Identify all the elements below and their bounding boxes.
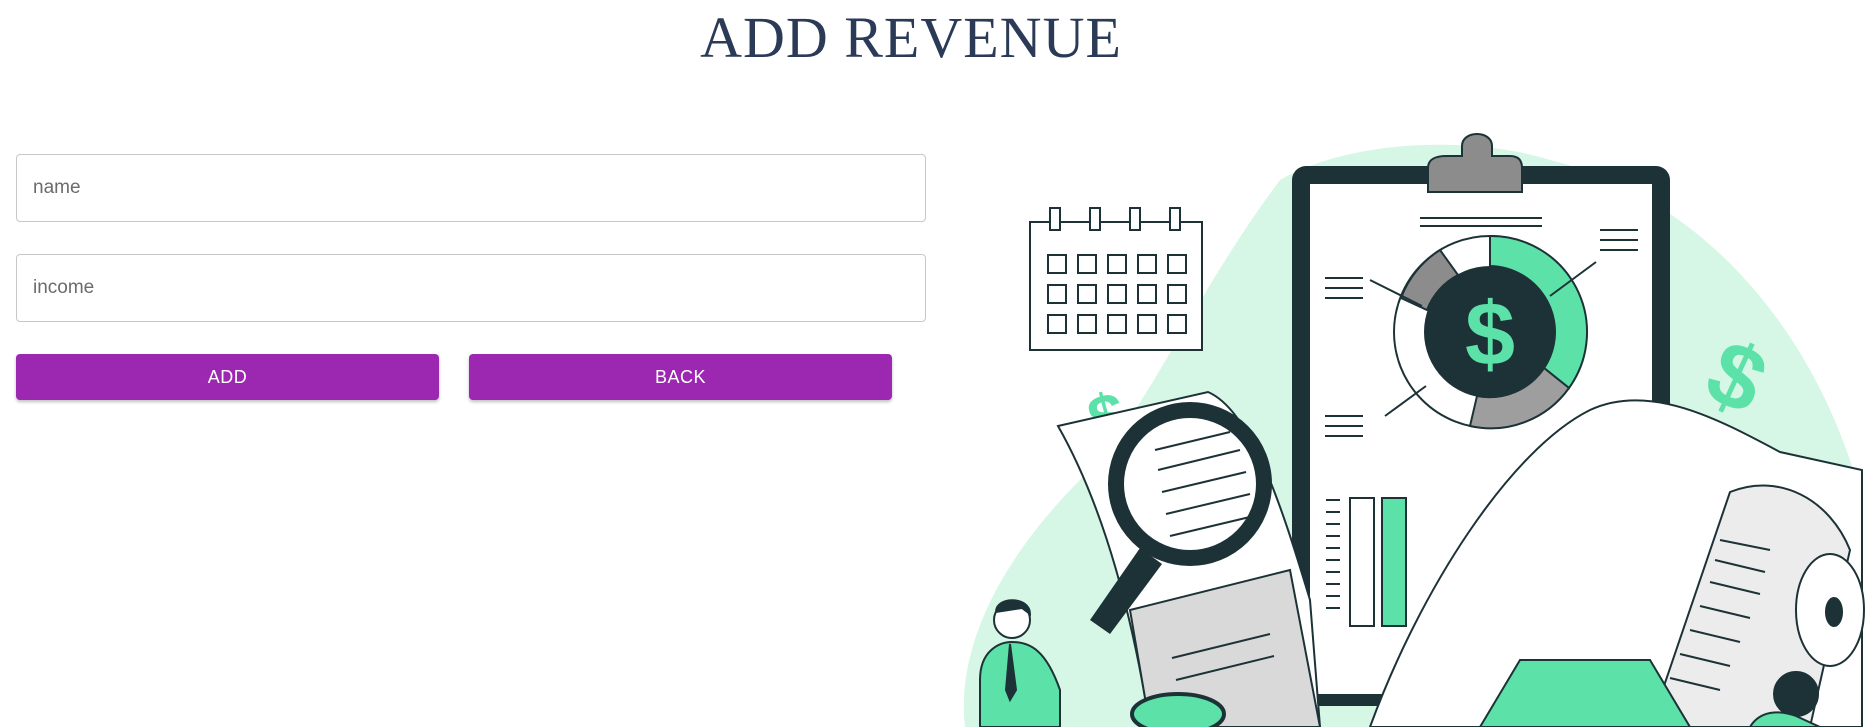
- add-button[interactable]: ADD: [16, 354, 439, 400]
- page-title: ADD REVENUE: [700, 5, 1122, 70]
- add-revenue-page: ADD REVENUE ADD BACK $ $: [0, 0, 1867, 727]
- revenue-illustration: $ $ $: [963, 133, 1865, 727]
- name-input[interactable]: [16, 154, 926, 222]
- income-input[interactable]: [16, 254, 926, 322]
- back-button[interactable]: BACK: [469, 354, 892, 400]
- coin-icon: [1130, 692, 1226, 727]
- calendar-icon: [1029, 207, 1203, 351]
- dollar-sign-icon: $: [1465, 285, 1515, 385]
